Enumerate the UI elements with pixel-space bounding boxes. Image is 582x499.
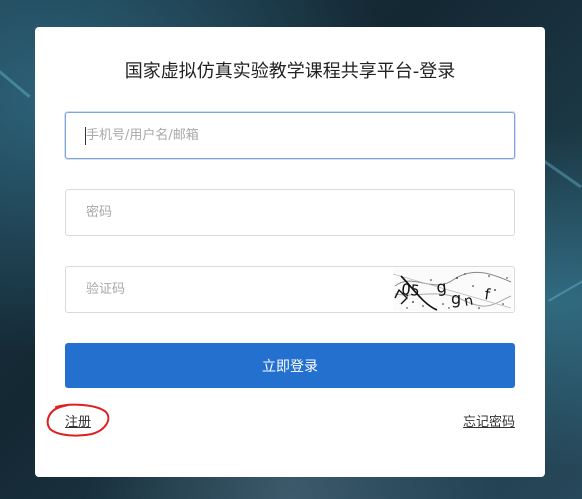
password-field[interactable] <box>65 189 515 236</box>
captcha-field[interactable]: Q5 g g n f <box>65 266 515 313</box>
svg-text:n: n <box>463 293 475 310</box>
captcha-image[interactable]: Q5 g g n f <box>392 268 513 311</box>
svg-text:g: g <box>451 289 461 308</box>
background-streak <box>548 280 582 302</box>
page-title: 国家虚拟仿真实验教学课程共享平台-登录 <box>124 61 456 82</box>
captcha-graphic: Q5 g g n f <box>392 271 512 311</box>
username-field[interactable] <box>65 112 515 159</box>
svg-text:g: g <box>435 277 447 297</box>
svg-text:f: f <box>483 285 491 304</box>
login-button[interactable]: 立即登录 <box>65 343 515 388</box>
svg-text:Q5: Q5 <box>401 280 421 300</box>
background-streak <box>543 160 582 189</box>
login-card: 国家虚拟仿真实验教学课程共享平台-登录 Q5 g g n f <box>35 27 545 477</box>
username-input[interactable] <box>66 113 514 158</box>
background-streak <box>0 70 31 99</box>
password-input[interactable] <box>66 190 514 235</box>
register-link[interactable]: 注册 <box>65 411 91 430</box>
forgot-password-link[interactable]: 忘记密码 <box>463 411 515 430</box>
